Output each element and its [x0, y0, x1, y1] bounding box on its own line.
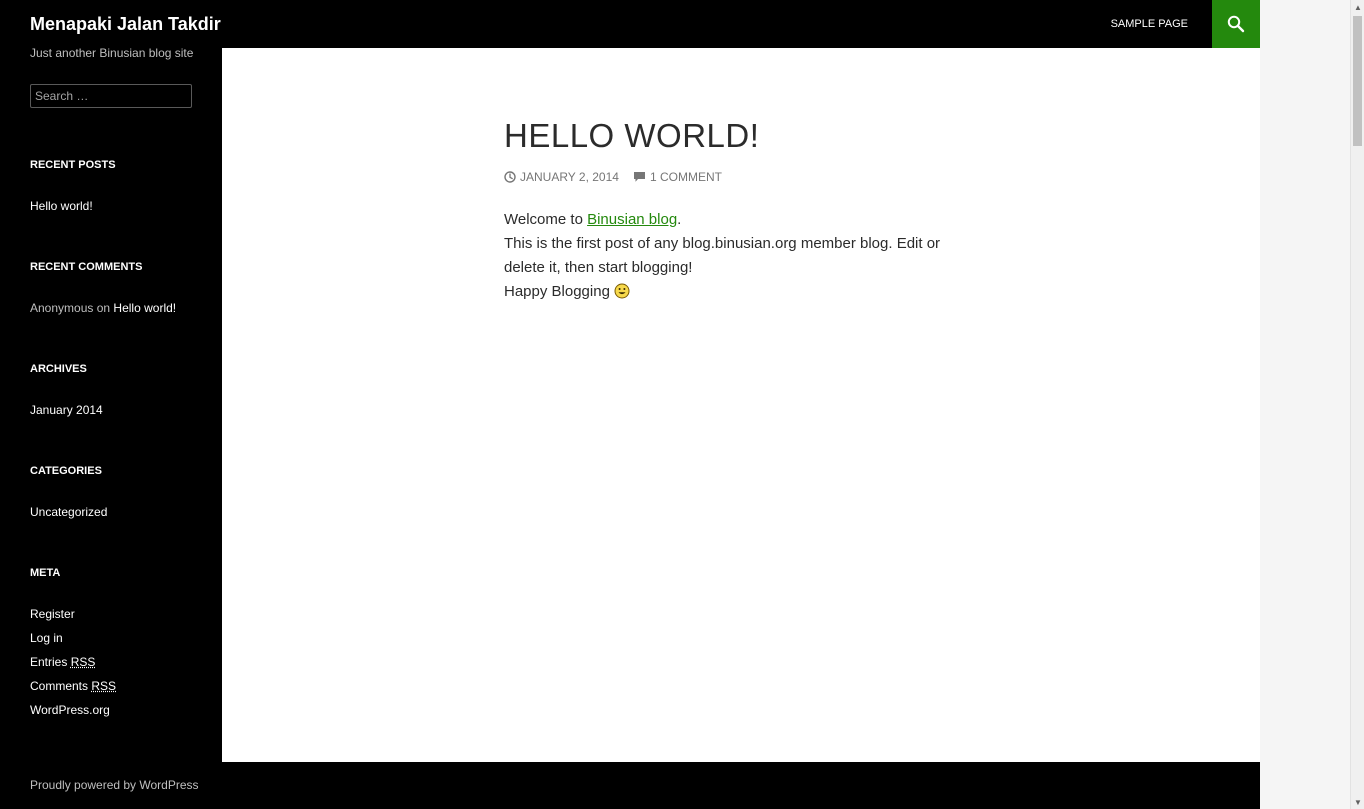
footer-credit-link[interactable]: Proudly powered by WordPress — [30, 778, 199, 792]
comment-author: Anonymous — [30, 301, 94, 315]
recent-post-link[interactable]: Hello world! — [30, 199, 93, 213]
happy-blogging-text: Happy Blogging — [504, 283, 615, 300]
widget-title-meta: META — [30, 567, 61, 579]
binusian-blog-link[interactable]: Binusian blog — [587, 211, 677, 228]
post-date: JANUARY 2, 2014 — [504, 170, 619, 184]
smiley-icon — [614, 283, 630, 299]
post-line-first-post: This is the first post of any blog.binus… — [504, 235, 941, 276]
welcome-suffix: . — [677, 211, 682, 228]
archive-link[interactable]: January 2014 — [30, 403, 103, 417]
widget-archives: ARCHIVES January 2014 — [30, 362, 210, 422]
primary-navigation: SAMPLE PAGE — [1099, 0, 1200, 48]
nav-item-sample-page[interactable]: SAMPLE PAGE — [1099, 0, 1200, 48]
post-body: Welcome to Binusian blog. This is the fi… — [504, 208, 978, 304]
meta-wordpress-link[interactable]: WordPress.org — [30, 703, 110, 717]
comments-label: Comments — [30, 679, 89, 693]
post-meta: JANUARY 2, 2014 1 COMMENT — [504, 170, 978, 184]
list-item: Entries RSS — [30, 650, 210, 674]
widget-recent-comments: RECENT COMMENTS Anonymous on Hello world… — [30, 260, 210, 320]
site-description: Just another Binusian blog site — [30, 46, 194, 60]
list-item: Comments RSS — [30, 674, 210, 698]
list-item: Log in — [30, 626, 210, 650]
meta-comments-rss-link[interactable]: Comments RSS — [30, 679, 116, 693]
search-input[interactable] — [30, 84, 192, 108]
widget-title-categories: CATEGORIES — [30, 465, 102, 477]
clock-icon — [504, 171, 516, 183]
list-item: WordPress.org — [30, 698, 210, 722]
scroll-up-icon[interactable]: ▲ — [1351, 0, 1364, 14]
site-header: Menapaki Jalan Takdir SAMPLE PAGE — [0, 0, 1260, 48]
post-line-welcome: Welcome to Binusian blog. — [504, 208, 978, 232]
widget-title-recent-posts: RECENT POSTS — [30, 159, 116, 171]
meta-login-link[interactable]: Log in — [30, 631, 63, 645]
scroll-down-icon[interactable]: ▼ — [1351, 795, 1364, 809]
comment-icon — [633, 172, 645, 182]
widget-title-recent-comments: RECENT COMMENTS — [30, 261, 143, 273]
post-comments-link[interactable]: 1 COMMENT — [650, 170, 722, 184]
main-content: HELLO WORLD! JANUARY 2, 2014 1 COMMENT W… — [222, 48, 1260, 762]
widget-title-archives: ARCHIVES — [30, 363, 87, 375]
search-icon — [1227, 15, 1245, 33]
sidebar: Just another Binusian blog site RECENT P… — [0, 46, 222, 762]
widget-recent-posts: RECENT POSTS Hello world! — [30, 158, 210, 218]
site-title[interactable]: Menapaki Jalan Takdir — [30, 13, 221, 35]
entries-label: Entries — [30, 655, 68, 669]
list-item: January 2014 — [30, 398, 210, 422]
comment-post-link[interactable]: Hello world! — [113, 301, 176, 315]
welcome-text: Welcome to — [504, 211, 588, 228]
meta-register-link[interactable]: Register — [30, 607, 75, 621]
rss-abbr: RSS — [91, 679, 117, 693]
scroll-thumb[interactable] — [1353, 16, 1362, 146]
post-comments: 1 COMMENT — [633, 170, 722, 184]
post-title: HELLO WORLD! — [504, 117, 760, 154]
list-item: Anonymous on Hello world! — [30, 296, 210, 320]
list-item: Uncategorized — [30, 500, 210, 524]
post-line-happy-blogging: Happy Blogging — [504, 280, 978, 304]
widget-meta: META Register Log in Entries RSS Comment… — [30, 566, 210, 722]
site-footer: Proudly powered by WordPress — [0, 762, 1260, 809]
post-article: HELLO WORLD! JANUARY 2, 2014 1 COMMENT W… — [504, 116, 978, 304]
page-scrollbar[interactable]: ▲ ▼ — [1350, 0, 1364, 809]
page: Menapaki Jalan Takdir SAMPLE PAGE Just a… — [0, 0, 1260, 809]
post-date-link[interactable]: JANUARY 2, 2014 — [520, 170, 619, 184]
list-item: Hello world! — [30, 194, 210, 218]
list-item: Register — [30, 602, 210, 626]
rss-abbr: RSS — [70, 655, 96, 669]
search-toggle-button[interactable] — [1212, 0, 1260, 48]
comment-on-text: on — [96, 301, 111, 315]
category-link[interactable]: Uncategorized — [30, 505, 107, 519]
meta-entries-rss-link[interactable]: Entries RSS — [30, 655, 95, 669]
widget-categories: CATEGORIES Uncategorized — [30, 464, 210, 524]
